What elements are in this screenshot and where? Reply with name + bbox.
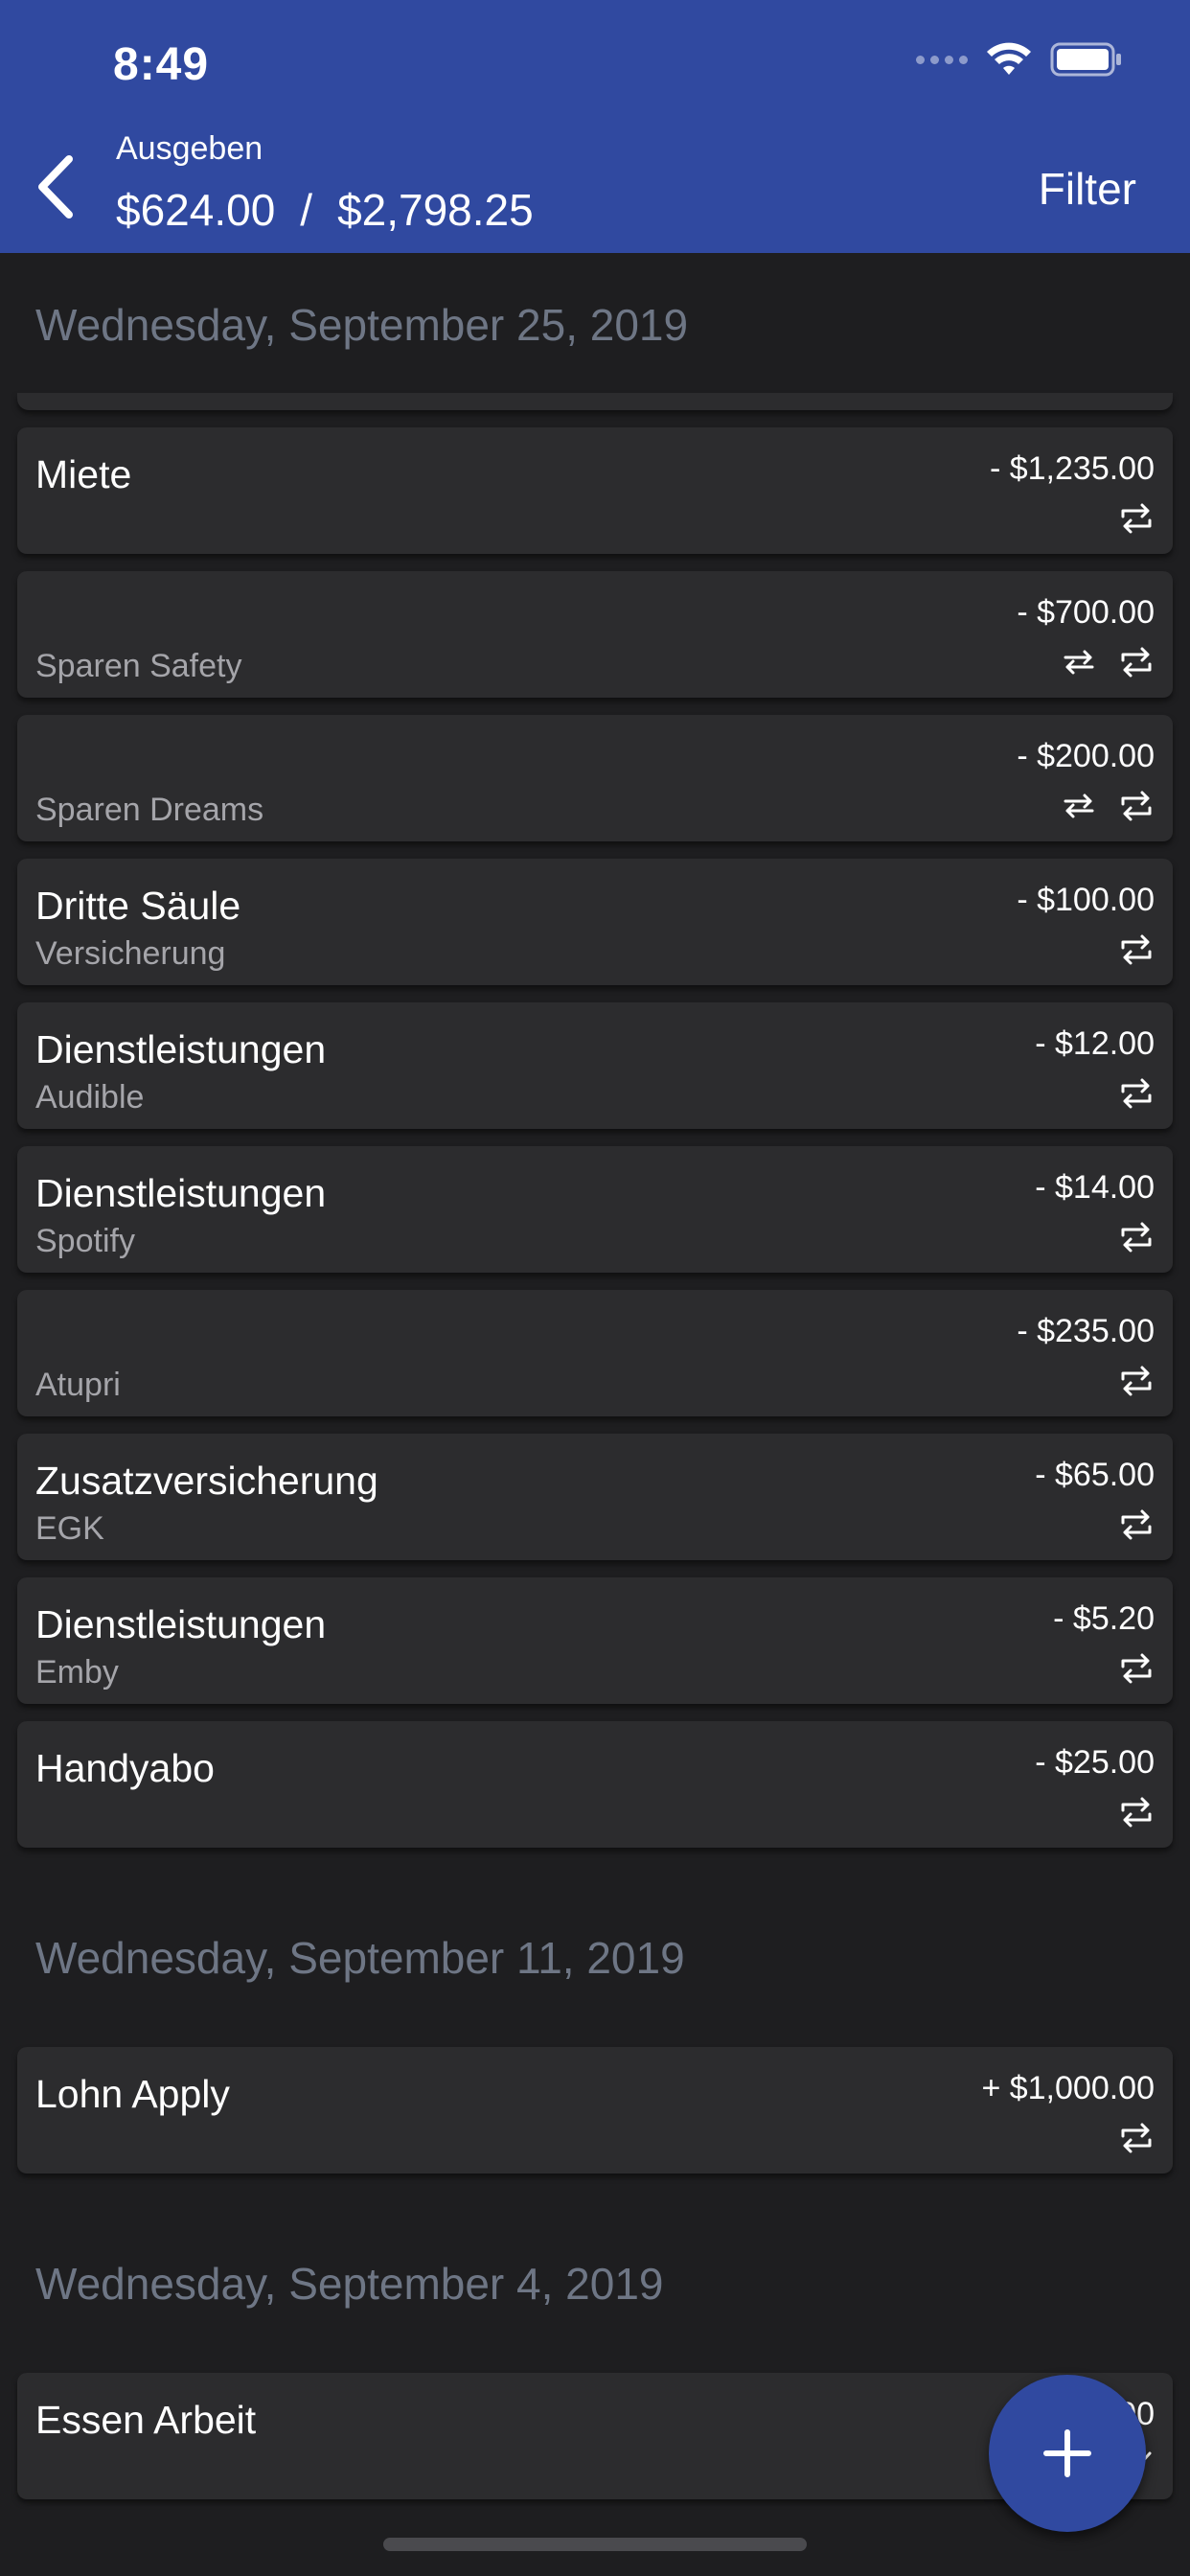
transaction-title: Lohn Apply [35, 2072, 230, 2116]
transaction-amount: - $25.00 [1035, 1744, 1155, 1781]
date-header: Wednesday, September 4, 2019 [35, 2259, 664, 2309]
home-indicator [383, 2538, 807, 2551]
date-header: Wednesday, September 25, 2019 [35, 300, 689, 350]
transaction-subtitle: Emby [35, 1654, 119, 1690]
transaction-card[interactable]: Lohn Apply + $1,000.00 [17, 2047, 1173, 2174]
header-subtitle: Ausgeben [116, 130, 263, 167]
repeat-icon [1119, 1796, 1154, 1828]
date-header: Wednesday, September 11, 2019 [35, 1933, 685, 1983]
repeat-icon [1119, 790, 1154, 822]
transaction-amount: - $5.20 [1053, 1600, 1155, 1637]
battery-icon [1050, 42, 1123, 77]
transaction-icons [1119, 1221, 1154, 1254]
transaction-list[interactable]: Wednesday, September 25, 2019 Miete - $1,2… [0, 253, 1190, 2576]
transaction-amount: - $12.00 [1035, 1025, 1155, 1062]
transaction-amount: - $700.00 [1017, 594, 1155, 631]
transaction-amount: - $200.00 [1017, 738, 1155, 774]
repeat-icon [1119, 1221, 1154, 1254]
transaction-title: Essen Arbeit [35, 2398, 257, 2442]
transaction-title: Handyabo [35, 1746, 215, 1790]
transaction-card[interactable]: Sparen Dreams - $200.00 [17, 715, 1173, 841]
transaction-icons [1119, 1077, 1154, 1110]
repeat-icon [1119, 1652, 1154, 1685]
transaction-card[interactable]: Dienstleistungen Spotify - $14.00 [17, 1146, 1173, 1273]
repeat-icon [1119, 1365, 1154, 1397]
back-button[interactable] [27, 153, 84, 220]
transaction-icons [1119, 1652, 1154, 1685]
transaction-amount: + $1,000.00 [981, 2070, 1155, 2106]
amount-separator: / [300, 185, 313, 235]
transaction-subtitle: Sparen Safety [35, 648, 242, 684]
transaction-title: Dienstleistungen [35, 1602, 327, 1646]
transaction-title: Zusatzversicherung [35, 1459, 378, 1503]
total-amount: $2,798.25 [337, 185, 534, 235]
transfer-icon [1062, 646, 1096, 678]
transaction-card[interactable]: Zusatzversicherung EGK - $65.00 [17, 1434, 1173, 1560]
repeat-icon [1119, 1077, 1154, 1110]
transaction-amount: - $1,235.00 [989, 450, 1155, 487]
transaction-title: Dritte Säule [35, 884, 241, 928]
transaction-icons [1119, 1508, 1154, 1541]
transaction-subtitle: Audible [35, 1079, 145, 1116]
transaction-amount: - $100.00 [1017, 882, 1155, 918]
transaction-subtitle: Sparen Dreams [35, 792, 264, 828]
transaction-card[interactable]: Atupri - $235.00 [17, 1290, 1173, 1416]
transaction-card[interactable]: Dritte Säule Versicherung - $100.00 [17, 859, 1173, 985]
repeat-icon [1119, 933, 1154, 966]
transaction-subtitle: Versicherung [35, 935, 226, 972]
transaction-icons [1119, 1796, 1154, 1828]
transaction-card[interactable]: Dienstleistungen Emby - $5.20 [17, 1577, 1173, 1704]
transfer-icon [1062, 790, 1096, 822]
transaction-icons [1119, 1365, 1154, 1397]
transaction-subtitle: Atupri [35, 1367, 121, 1403]
transaction-title: Miete [35, 452, 132, 496]
status-time: 8:49 [113, 39, 210, 90]
transaction-card[interactable]: Sparen Safety - $700.00 [17, 571, 1173, 698]
transaction-icons [1119, 502, 1154, 535]
header-amounts: $624.00 / $2,798.25 [116, 184, 534, 236]
nav-header: 8:49 Ausgeben $624.00 / $2,798.25 Filter [0, 0, 1190, 253]
repeat-icon [1119, 502, 1154, 535]
chevron-left-icon [36, 155, 75, 218]
transaction-card[interactable]: Miete - $1,235.00 [17, 427, 1173, 554]
transaction-card[interactable]: Dienstleistungen Audible - $12.00 [17, 1002, 1173, 1129]
status-icons [916, 42, 1123, 77]
transaction-subtitle: EGK [35, 1510, 104, 1547]
transaction-title: Dienstleistungen [35, 1027, 327, 1071]
add-transaction-button[interactable] [989, 2375, 1146, 2532]
transaction-icons [1119, 2122, 1154, 2154]
cellular-signal-icon [916, 55, 968, 64]
repeat-icon [1119, 1508, 1154, 1541]
transaction-subtitle: Spotify [35, 1223, 135, 1259]
transaction-amount: - $235.00 [1017, 1313, 1155, 1349]
wifi-icon [985, 42, 1033, 77]
spent-amount: $624.00 [116, 185, 276, 235]
filter-button[interactable]: Filter [1039, 163, 1136, 215]
transaction-title: Dienstleistungen [35, 1171, 327, 1215]
clipped-card-edge [17, 393, 1173, 410]
transaction-amount: - $14.00 [1035, 1169, 1155, 1206]
repeat-icon [1119, 646, 1154, 678]
transaction-icons [1062, 646, 1154, 678]
transaction-icons [1119, 933, 1154, 966]
transaction-amount: - $65.00 [1035, 1457, 1155, 1493]
repeat-icon [1119, 2122, 1154, 2154]
transaction-card[interactable]: Handyabo - $25.00 [17, 1721, 1173, 1848]
transaction-icons [1062, 790, 1154, 822]
plus-icon [1041, 2426, 1094, 2480]
